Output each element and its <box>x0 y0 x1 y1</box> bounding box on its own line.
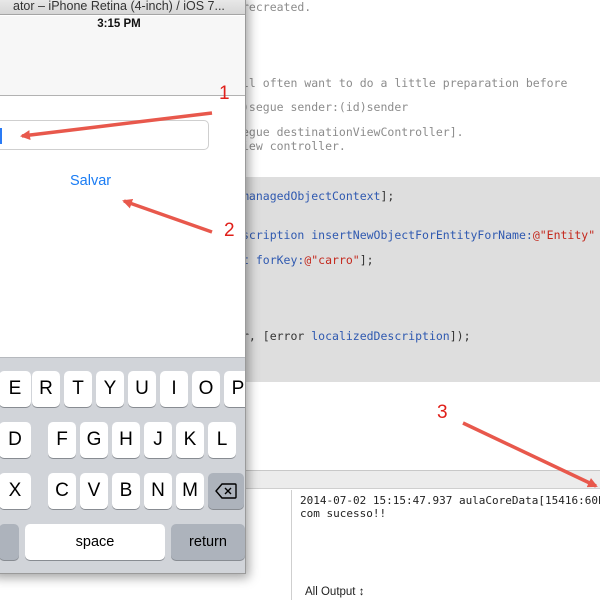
annotation-number-1: 1 <box>219 83 230 104</box>
key-p[interactable]: P <box>224 371 245 407</box>
key-y[interactable]: Y <box>96 371 124 407</box>
code-line: recreated. <box>242 0 312 14</box>
code-line-highlighted: managedObjectContext]; <box>242 189 395 203</box>
key-c[interactable]: C <box>48 473 76 509</box>
code-line: ll often want to do a little preparation… <box>242 76 568 90</box>
status-time: 3:15 PM <box>97 18 141 30</box>
key-f[interactable]: F <box>48 422 76 458</box>
key-n[interactable]: N <box>144 473 172 509</box>
phone-screen: 3:15 PM Salvar E R T Y U I O P D F G H J… <box>0 16 245 573</box>
key-i[interactable]: I <box>160 371 188 407</box>
key-o[interactable]: O <box>192 371 220 407</box>
keyboard: E R T Y U I O P D F G H J K L X C V B N … <box>0 357 245 573</box>
annotation-number-2: 2 <box>224 220 235 241</box>
backspace-key[interactable] <box>208 473 244 509</box>
key-v[interactable]: V <box>80 473 108 509</box>
simulator-window[interactable]: ator – iPhone Retina (4-inch) / iOS 7...… <box>0 0 246 574</box>
text-cursor <box>0 128 2 144</box>
key-b[interactable]: B <box>112 473 140 509</box>
key-k[interactable]: K <box>176 422 204 458</box>
key-l[interactable]: L <box>208 422 236 458</box>
code-line: egue destinationViewController]. <box>242 125 464 139</box>
backspace-icon <box>215 483 237 499</box>
key-t[interactable]: T <box>64 371 92 407</box>
console-pane[interactable]: 2014-07-02 15:15:47.937 aulaCoreData[154… <box>293 490 600 600</box>
code-line-highlighted: scription insertNewObjectForEntityForNam… <box>242 228 596 242</box>
code-line: )segue sender:(id)sender <box>242 100 409 114</box>
save-button[interactable]: Salvar <box>70 173 111 189</box>
car-text-field[interactable] <box>0 120 209 150</box>
code-line-highlighted: t forKey:@"carro"]; <box>242 253 374 267</box>
return-key[interactable]: return <box>171 524 245 560</box>
key-u[interactable]: U <box>128 371 156 407</box>
annotation-number-3: 3 <box>437 402 448 423</box>
simulator-title: ator – iPhone Retina (4-inch) / iOS 7... <box>13 0 225 13</box>
console-output: 2014-07-02 15:15:47.937 aulaCoreData[154… <box>300 494 600 520</box>
key-j[interactable]: J <box>144 422 172 458</box>
simulator-titlebar[interactable]: ator – iPhone Retina (4-inch) / iOS 7... <box>0 0 245 15</box>
status-bar: 3:15 PM <box>0 16 245 36</box>
code-line-highlighted: r, [error localizedDescription]); <box>242 329 471 343</box>
key-r[interactable]: R <box>32 371 60 407</box>
key-e[interactable]: E <box>0 371 31 407</box>
output-filter-select[interactable]: All Output ↕ <box>305 586 364 598</box>
navigation-bar <box>0 36 245 96</box>
key-h[interactable]: H <box>112 422 140 458</box>
code-line: iew controller. <box>242 139 346 153</box>
keyboard-mode-key[interactable] <box>0 524 19 560</box>
code-highlight-block <box>242 177 600 382</box>
key-g[interactable]: G <box>80 422 108 458</box>
key-m[interactable]: M <box>176 473 204 509</box>
space-key[interactable]: space <box>25 524 165 560</box>
key-x[interactable]: X <box>0 473 31 509</box>
key-d[interactable]: D <box>0 422 31 458</box>
